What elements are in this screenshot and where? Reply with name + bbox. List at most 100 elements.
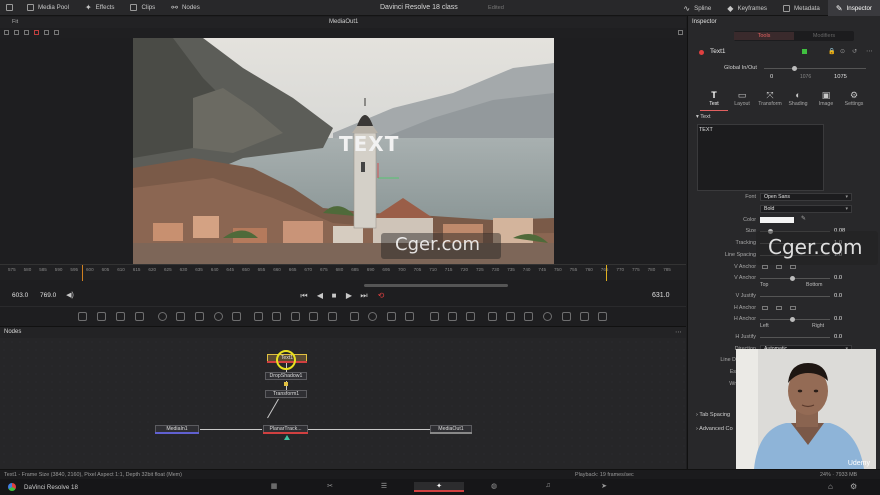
tab-transform[interactable]: ⤧ Transform: [756, 89, 784, 111]
inspector-options-icon[interactable]: ⋯: [866, 47, 873, 55]
fairlight-page-icon[interactable]: ♫: [536, 482, 560, 492]
v-anchor-top-icon[interactable]: [762, 265, 768, 269]
go-to-start-button[interactable]: ⏮: [300, 292, 308, 300]
checker-icon[interactable]: [34, 30, 39, 35]
lut-icon[interactable]: [44, 30, 49, 35]
global-range-knob[interactable]: [792, 66, 797, 71]
timeline-ruler[interactable]: 575 580 585 590 595 600 605 610 615 620 625 630 635 6…: [0, 264, 686, 281]
roi-icon[interactable]: [24, 30, 29, 35]
color-page-icon[interactable]: ◍: [482, 482, 506, 492]
global-start-value[interactable]: 0: [770, 74, 773, 80]
image-plane-icon[interactable]: [580, 312, 589, 321]
eyedropper-icon[interactable]: ✎: [801, 215, 806, 222]
zoom-icon[interactable]: [4, 30, 9, 35]
current-frame-field[interactable]: 631.0: [652, 292, 670, 299]
tab-text[interactable]: T Text: [700, 89, 728, 111]
color-swatch[interactable]: [760, 217, 794, 223]
h-anchor-value[interactable]: 0.0: [834, 316, 842, 322]
h-anchor-center-icon[interactable]: [776, 306, 782, 310]
reset-icon[interactable]: ↺: [852, 48, 857, 55]
brush-tool-icon[interactable]: [135, 312, 144, 321]
lock-icon[interactable]: 🔒: [828, 48, 835, 55]
h-anchor-left-icon[interactable]: [762, 306, 768, 310]
clips-button[interactable]: Clips: [122, 0, 163, 16]
cut-page-icon[interactable]: ✂: [318, 482, 342, 492]
tools-modifiers-toggle[interactable]: Tools Modifiers: [734, 31, 854, 41]
merge3d-tool-icon[interactable]: [506, 312, 515, 321]
loop-button[interactable]: ⟲: [377, 292, 385, 300]
grid-view-icon[interactable]: [14, 30, 19, 35]
project-settings-icon[interactable]: ⚙: [850, 482, 857, 491]
v-anchor-center-icon[interactable]: [776, 265, 782, 269]
h-justify-value[interactable]: 0.0: [834, 334, 842, 340]
light3d-tool-icon[interactable]: [543, 312, 552, 321]
node-dropshadow1[interactable]: DropShadow1: [265, 372, 307, 380]
bspline-mask-icon[interactable]: [405, 312, 414, 321]
tab-shading[interactable]: ◐ Shading: [784, 89, 812, 111]
audio-icon[interactable]: ◀): [66, 292, 74, 300]
styled-text-input[interactable]: TEXT: [697, 124, 824, 191]
polygon-mask-icon[interactable]: [387, 312, 396, 321]
font-dropdown[interactable]: Open Sans: [760, 193, 852, 201]
fit-dropdown[interactable]: Fit: [12, 19, 18, 25]
node-color-icon[interactable]: [802, 49, 807, 54]
go-to-end-button[interactable]: ⏭: [360, 292, 368, 300]
overlay-text[interactable]: TEXT: [339, 132, 399, 156]
node-graph[interactable]: Text1 DropShadow1 Transform1 MediaIn1 Pl…: [0, 338, 686, 469]
deliver-page-icon[interactable]: ➤: [592, 482, 616, 492]
stabilize-tool-icon[interactable]: [466, 312, 475, 321]
v-justify-value[interactable]: 0.0: [834, 293, 842, 299]
tab-image[interactable]: ▣ Image: [812, 89, 840, 111]
text-tool-icon[interactable]: [116, 312, 125, 321]
crop-tool-icon[interactable]: [309, 312, 318, 321]
viewer-options-icon[interactable]: [678, 30, 683, 35]
curves-tool-icon[interactable]: [232, 312, 241, 321]
play-button[interactable]: ▶: [345, 292, 353, 300]
step-back-button[interactable]: ◀: [316, 292, 324, 300]
nodes-button[interactable]: ⚯ Nodes: [163, 0, 208, 16]
color-corrector-icon[interactable]: [195, 312, 204, 321]
paint-tool-icon[interactable]: [97, 312, 106, 321]
keyframes-button[interactable]: ◆ Keyframes: [719, 0, 775, 16]
particle-tool-icon[interactable]: [158, 312, 167, 321]
global-end-value[interactable]: 1075: [834, 74, 847, 80]
blur-tool-icon[interactable]: [176, 312, 185, 321]
h-anchor-knob[interactable]: [790, 317, 795, 322]
h-justify-slider[interactable]: [760, 337, 830, 338]
glow-tool-icon[interactable]: [214, 312, 223, 321]
h-anchor-right-icon[interactable]: [790, 306, 796, 310]
background-tool-icon[interactable]: [78, 312, 87, 321]
node-mediaout1[interactable]: MediaOut1: [430, 425, 472, 434]
in-marker[interactable]: [82, 265, 83, 281]
tab-settings[interactable]: ⚙ Settings: [840, 89, 868, 111]
font-style-dropdown[interactable]: Bold: [760, 205, 852, 213]
material-tool-icon[interactable]: [598, 312, 607, 321]
fusion-page-icon[interactable]: ✦: [414, 482, 464, 492]
topbar-menu-icon[interactable]: [0, 0, 19, 16]
tracker-tool-icon[interactable]: [430, 312, 439, 321]
stereo-icon[interactable]: [54, 30, 59, 35]
rectangle-mask-icon[interactable]: [350, 312, 359, 321]
ellipse-mask-icon[interactable]: [368, 312, 377, 321]
transform-tool-icon[interactable]: [291, 312, 300, 321]
resize-tool-icon[interactable]: [272, 312, 281, 321]
edit-page-icon[interactable]: ☰: [372, 482, 396, 492]
preview-image[interactable]: TEXT: [133, 38, 554, 264]
tools-tab[interactable]: Tools: [734, 32, 794, 40]
media-page-icon[interactable]: ▦: [262, 482, 286, 492]
v-anchor-bottom-icon[interactable]: [790, 265, 796, 269]
render-end-field[interactable]: 769.0: [40, 292, 56, 299]
v-justify-slider[interactable]: [760, 296, 830, 297]
renderer3d-tool-icon[interactable]: [562, 312, 571, 321]
media-pool-button[interactable]: Media Pool: [19, 0, 77, 16]
v-anchor-knob[interactable]: [790, 276, 795, 281]
modifiers-tab[interactable]: Modifiers: [794, 33, 854, 39]
advanced-controls-section[interactable]: › Advanced Co: [696, 426, 733, 432]
playhead[interactable]: [606, 265, 607, 281]
pin-icon[interactable]: ⊙: [840, 48, 845, 55]
v-anchor-value[interactable]: 0.0: [834, 275, 842, 281]
metadata-button[interactable]: Metadata: [775, 0, 828, 16]
stop-button[interactable]: ■: [330, 292, 338, 300]
planar-tracker-icon[interactable]: [448, 312, 457, 321]
camera3d-tool-icon[interactable]: [524, 312, 533, 321]
